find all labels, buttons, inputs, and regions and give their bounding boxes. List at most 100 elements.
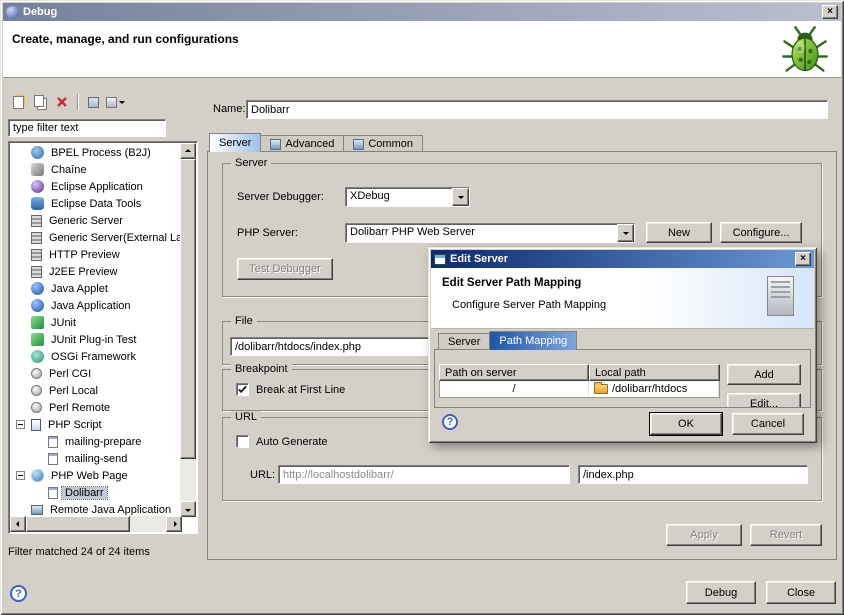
- tree-item-label: Perl CGI: [46, 368, 94, 380]
- tab-advanced[interactable]: Advanced: [260, 135, 344, 152]
- tab-server[interactable]: Server: [209, 133, 261, 152]
- tree-item-mailing-send[interactable]: mailing-send: [11, 450, 180, 467]
- server-group-title: Server: [231, 157, 271, 169]
- tree-item-label: JUnit Plug-in Test: [48, 334, 139, 346]
- auto-generate-checkbox[interactable]: [236, 435, 249, 448]
- base-url-input[interactable]: [278, 465, 570, 484]
- tree-item-mailing-prepare[interactable]: mailing-prepare: [11, 433, 180, 450]
- new-server-button[interactable]: New: [646, 222, 712, 243]
- arrow-down-icon: [185, 509, 191, 515]
- collapse-toggle-icon[interactable]: [16, 471, 25, 480]
- tree-item-php-script[interactable]: PHP Script: [11, 416, 180, 433]
- combo-dropdown-button[interactable]: [452, 188, 469, 206]
- type-filter-input[interactable]: [8, 119, 166, 137]
- http-preview-icon: [31, 249, 42, 261]
- tree-item-junit-plugin-test[interactable]: JUnit Plug-in Test: [11, 331, 180, 348]
- help-button[interactable]: ?: [10, 585, 27, 602]
- scroll-down-button[interactable]: [180, 501, 196, 517]
- edit-server-close-button[interactable]: ×: [795, 252, 811, 266]
- server-debugger-combo[interactable]: XDebug: [345, 187, 470, 207]
- tree-item-label: PHP Web Page: [48, 470, 131, 482]
- column-header-path-on-server[interactable]: Path on server: [439, 364, 589, 381]
- horizontal-scroll-thumb[interactable]: [26, 516, 130, 532]
- tree-vertical-scrollbar[interactable]: [180, 143, 196, 517]
- edit-server-titlebar[interactable]: Edit Server ×: [431, 250, 814, 268]
- url-label: URL:: [250, 469, 275, 481]
- add-button-label: Add: [754, 369, 774, 381]
- tree-horizontal-scrollbar[interactable]: [10, 516, 182, 532]
- scroll-left-button[interactable]: [10, 516, 26, 532]
- collapse-all-button[interactable]: [83, 92, 103, 112]
- url-path-input[interactable]: [578, 465, 808, 484]
- table-row[interactable]: / /dolibarr/htdocs: [440, 381, 719, 397]
- tree-item-php-web-page[interactable]: PHP Web Page: [11, 467, 180, 484]
- tree-item-generic-server-external[interactable]: Generic Server(External La: [11, 229, 180, 246]
- tree-item-perl-local[interactable]: Perl Local: [11, 382, 180, 399]
- tree-item-eclipse-application[interactable]: Eclipse Application: [11, 178, 180, 195]
- close-button[interactable]: Close: [766, 581, 836, 604]
- tree-item-label: Perl Remote: [46, 402, 113, 414]
- php-file-icon: [48, 487, 58, 499]
- scroll-right-button[interactable]: [166, 516, 182, 532]
- collapse-all-icon: [88, 97, 99, 108]
- tree-item-j2ee-preview[interactable]: J2EE Preview: [11, 263, 180, 280]
- debug-button[interactable]: Debug: [686, 581, 756, 604]
- apply-button[interactable]: Apply: [666, 524, 742, 546]
- tree-item-label: Eclipse Application: [48, 181, 146, 193]
- server-debugger-label: Server Debugger:: [237, 191, 324, 203]
- break-first-line-label: Break at First Line: [256, 384, 345, 396]
- tab-path-mapping-label: Path Mapping: [499, 335, 567, 347]
- tree-item-osgi-framework[interactable]: OSGi Framework: [11, 348, 180, 365]
- folder-icon: [594, 384, 608, 394]
- edit-mapping-button[interactable]: Edit...: [727, 393, 801, 408]
- tree-item-generic-server[interactable]: Generic Server: [11, 212, 180, 229]
- cancel-button[interactable]: Cancel: [732, 413, 804, 435]
- duplicate-configuration-button[interactable]: [30, 92, 50, 112]
- tree-item-dolibarr[interactable]: Dolibarr: [11, 484, 180, 501]
- new-configuration-button[interactable]: [8, 92, 28, 112]
- php-server-combo[interactable]: Dolibarr PHP Web Server: [345, 223, 635, 243]
- ok-button[interactable]: OK: [650, 413, 722, 435]
- tab-edit-server[interactable]: Server: [438, 333, 490, 350]
- tree-item-perl-cgi[interactable]: Perl CGI: [11, 365, 180, 382]
- arrow-right-icon: [174, 521, 180, 527]
- tree-item-remote-java[interactable]: Remote Java Application: [11, 501, 180, 515]
- dialog-help-button[interactable]: ?: [442, 414, 458, 430]
- local-path-text: /dolibarr/htdocs: [612, 383, 687, 395]
- name-label: Name:: [213, 103, 245, 115]
- window-titlebar[interactable]: Debug ×: [3, 3, 841, 21]
- tree-item-eclipse-data-tools[interactable]: Eclipse Data Tools: [11, 195, 180, 212]
- tree-item-bpel[interactable]: BPEL Process (B2J): [11, 144, 180, 161]
- debug-bug-icon: [779, 24, 831, 76]
- delete-configuration-button[interactable]: [52, 92, 72, 112]
- table-header: Path on server Local path: [439, 364, 720, 381]
- tree-item-chaine[interactable]: Chaîne: [11, 161, 180, 178]
- name-input[interactable]: [246, 100, 828, 119]
- test-debugger-button[interactable]: Test Debugger: [237, 258, 333, 280]
- tree-item-junit[interactable]: JUnit: [11, 314, 180, 331]
- break-first-line-checkbox[interactable]: [236, 383, 249, 396]
- revert-button[interactable]: Revert: [750, 524, 822, 546]
- tree-item-java-application[interactable]: Java Application: [11, 297, 180, 314]
- window-close-button[interactable]: ×: [822, 5, 838, 19]
- apply-button-label: Apply: [690, 529, 718, 541]
- tab-advanced-label: Advanced: [285, 138, 334, 150]
- filter-menu-button[interactable]: [105, 92, 125, 112]
- server-debugger-value: XDebug: [346, 188, 452, 206]
- toolbar-separator: [77, 94, 78, 110]
- delete-icon: [56, 96, 68, 108]
- column-header-local-path[interactable]: Local path: [589, 364, 720, 381]
- configure-server-button[interactable]: Configure...: [720, 222, 802, 243]
- tab-path-mapping[interactable]: Path Mapping: [489, 331, 577, 350]
- combo-dropdown-button[interactable]: [617, 224, 634, 242]
- tree-item-http-preview[interactable]: HTTP Preview: [11, 246, 180, 263]
- tree-item-label: OSGi Framework: [48, 351, 139, 363]
- add-mapping-button[interactable]: Add: [727, 364, 801, 385]
- vertical-scroll-thumb[interactable]: [180, 159, 196, 459]
- tree-item-java-applet[interactable]: Java Applet: [11, 280, 180, 297]
- tab-common[interactable]: Common: [343, 135, 423, 152]
- tree-item-perl-remote[interactable]: Perl Remote: [11, 399, 180, 416]
- scroll-up-button[interactable]: [180, 143, 196, 159]
- check-icon: [237, 384, 248, 395]
- collapse-toggle-icon[interactable]: [16, 420, 25, 429]
